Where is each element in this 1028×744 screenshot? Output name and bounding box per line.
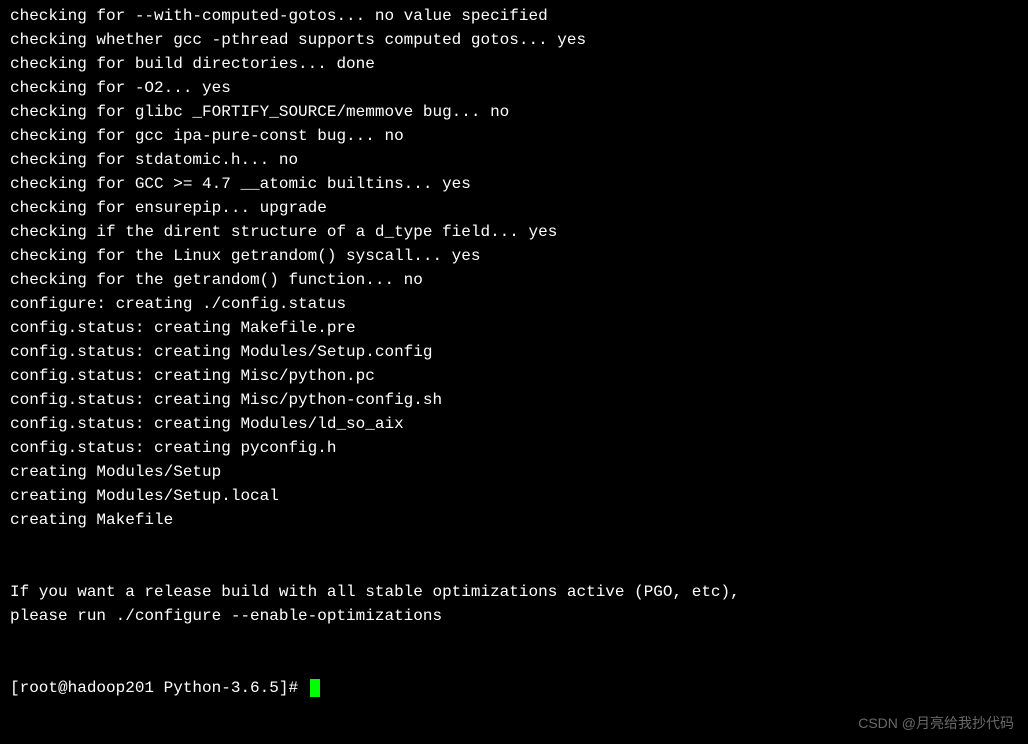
output-line: checking for --with-computed-gotos... no… — [10, 4, 1018, 28]
output-line: checking if the dirent structure of a d_… — [10, 220, 1018, 244]
output-line: config.status: creating Makefile.pre — [10, 316, 1018, 340]
output-line — [10, 556, 1018, 580]
watermark-text: CSDN @月亮给我抄代码 — [858, 713, 1014, 734]
output-line: checking for gcc ipa-pure-const bug... n… — [10, 124, 1018, 148]
output-line: config.status: creating Modules/Setup.co… — [10, 340, 1018, 364]
output-line: checking for the getrandom() function...… — [10, 268, 1018, 292]
output-line: config.status: creating Misc/python.pc — [10, 364, 1018, 388]
output-line: creating Modules/Setup — [10, 460, 1018, 484]
output-line: config.status: creating pyconfig.h — [10, 436, 1018, 460]
output-line: checking for build directories... done — [10, 52, 1018, 76]
output-line: configure: creating ./config.status — [10, 292, 1018, 316]
output-line: config.status: creating Misc/python-conf… — [10, 388, 1018, 412]
terminal-output: checking for --with-computed-gotos... no… — [10, 4, 1018, 676]
cursor-icon — [310, 679, 320, 697]
output-line — [10, 628, 1018, 652]
output-line: checking for ensurepip... upgrade — [10, 196, 1018, 220]
output-line: please run ./configure --enable-optimiza… — [10, 604, 1018, 628]
output-line: checking whether gcc -pthread supports c… — [10, 28, 1018, 52]
output-line: creating Makefile — [10, 508, 1018, 532]
output-line: creating Modules/Setup.local — [10, 484, 1018, 508]
output-line: checking for GCC >= 4.7 __atomic builtin… — [10, 172, 1018, 196]
output-line — [10, 652, 1018, 676]
shell-prompt: [root@hadoop201 Python-3.6.5]# — [10, 676, 308, 700]
prompt-line[interactable]: [root@hadoop201 Python-3.6.5]# — [10, 676, 1018, 700]
output-line: checking for the Linux getrandom() sysca… — [10, 244, 1018, 268]
output-line — [10, 532, 1018, 556]
output-line: checking for glibc _FORTIFY_SOURCE/memmo… — [10, 100, 1018, 124]
output-line: checking for stdatomic.h... no — [10, 148, 1018, 172]
output-line: config.status: creating Modules/ld_so_ai… — [10, 412, 1018, 436]
output-line: If you want a release build with all sta… — [10, 580, 1018, 604]
output-line: checking for -O2... yes — [10, 76, 1018, 100]
